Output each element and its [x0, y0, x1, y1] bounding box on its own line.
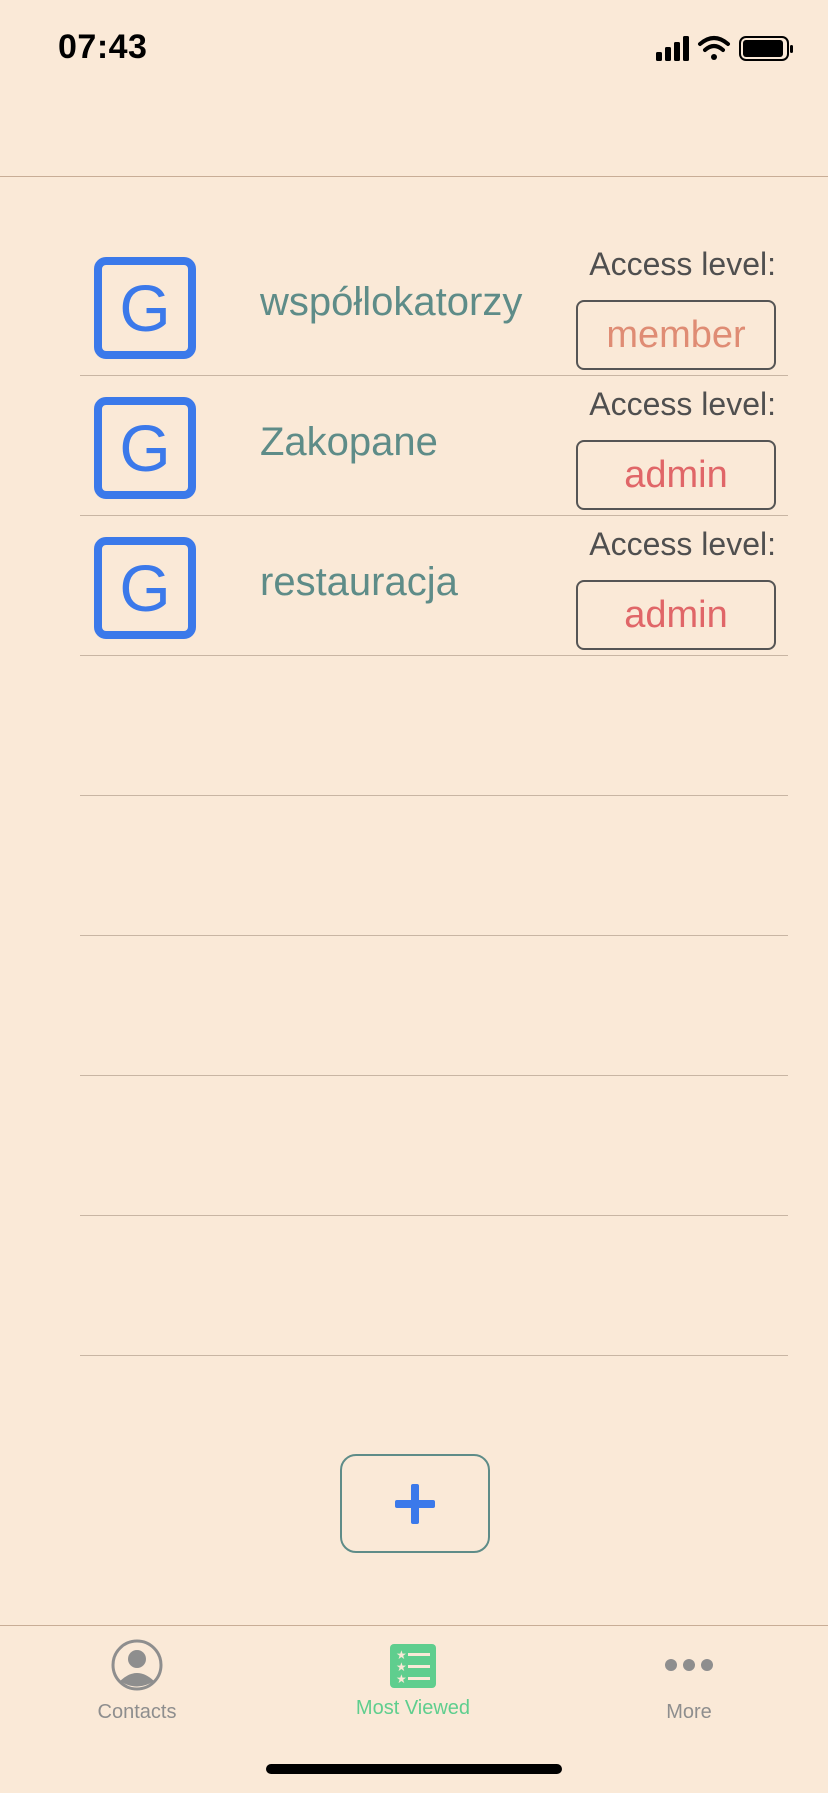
- group-avatar-icon: G: [94, 397, 196, 499]
- add-group-button[interactable]: [340, 1454, 490, 1553]
- tab-more[interactable]: More: [589, 1638, 789, 1724]
- tab-label: More: [666, 1701, 712, 1723]
- group-name: restauracja: [260, 560, 458, 604]
- access-level-button[interactable]: member: [576, 300, 776, 370]
- group-row[interactable]: G Zakopane Access level: admin: [80, 376, 788, 516]
- empty-row: [80, 656, 788, 796]
- group-name: Zakopane: [260, 420, 438, 464]
- cellular-signal-icon: [656, 36, 689, 61]
- group-name: współlokatorzy: [260, 280, 523, 324]
- plus-icon: [395, 1483, 435, 1524]
- access-level-label: Access level:: [589, 526, 776, 562]
- group-avatar-icon: G: [94, 257, 196, 359]
- tab-most-viewed[interactable]: ★ ★ ★ Most Viewed: [313, 1638, 513, 1720]
- tab-label: Most Viewed: [355, 1697, 471, 1719]
- wifi-icon: [698, 36, 730, 60]
- group-avatar-icon: G: [94, 537, 196, 639]
- list-star-icon: ★ ★ ★: [390, 1644, 436, 1688]
- empty-row: [80, 1216, 788, 1356]
- empty-row: [80, 1076, 788, 1216]
- status-time: 07:43: [58, 28, 148, 66]
- access-level-button[interactable]: admin: [576, 580, 776, 650]
- status-bar: 07:43: [0, 0, 828, 100]
- group-row[interactable]: G współlokatorzy Access level: member: [80, 236, 788, 376]
- person-circle-icon: [111, 1639, 163, 1691]
- ellipsis-icon: [665, 1659, 713, 1671]
- access-level-label: Access level:: [589, 246, 776, 282]
- empty-row: [80, 796, 788, 936]
- access-level-button[interactable]: admin: [576, 440, 776, 510]
- access-level-label: Access level:: [589, 386, 776, 422]
- nav-bar-divider: [0, 176, 828, 177]
- home-indicator: [266, 1764, 562, 1774]
- tab-contacts[interactable]: Contacts: [37, 1638, 237, 1724]
- status-icons: [656, 36, 793, 61]
- tab-label: Contacts: [97, 1701, 177, 1723]
- group-list: G współlokatorzy Access level: member G …: [80, 236, 788, 1356]
- empty-row: [80, 936, 788, 1076]
- group-row[interactable]: G restauracja Access level: admin: [80, 516, 788, 656]
- svg-text:★: ★: [396, 1672, 407, 1686]
- battery-icon: [739, 36, 793, 61]
